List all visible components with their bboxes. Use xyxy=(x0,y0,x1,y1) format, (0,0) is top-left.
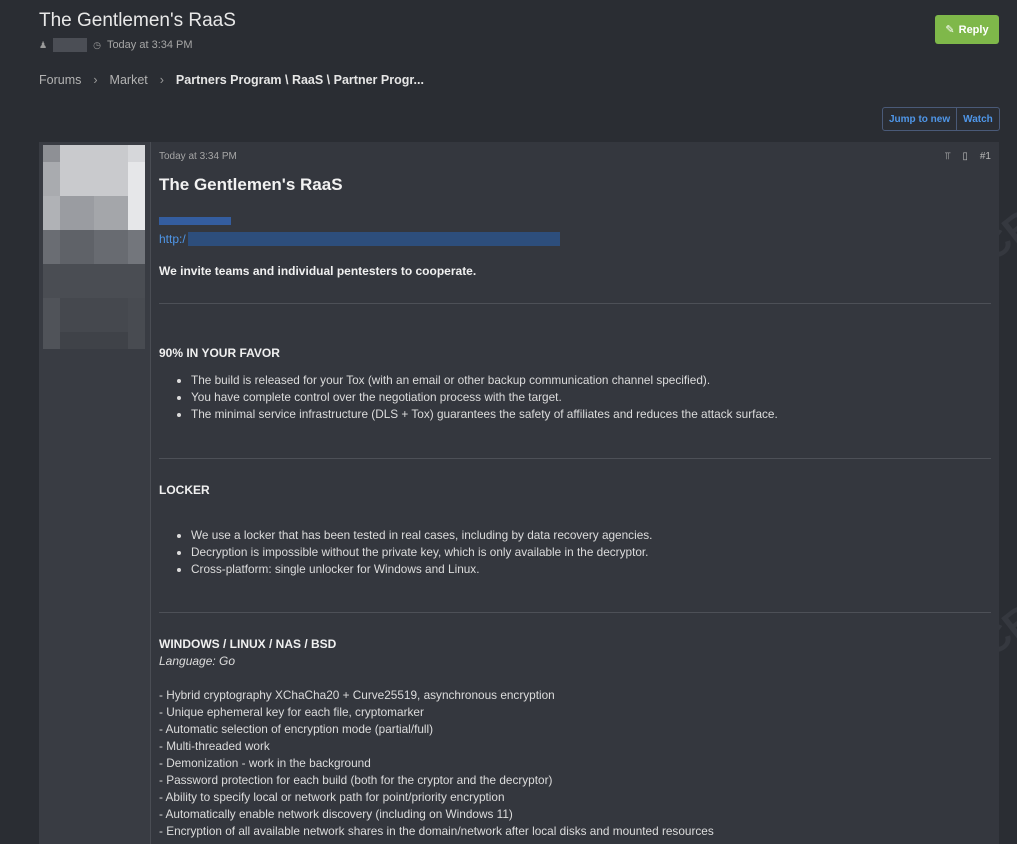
breadcrumb-market[interactable]: Market xyxy=(110,73,148,87)
reply-button[interactable]: ✎ Reply xyxy=(935,15,999,44)
bookmark-icon[interactable]: ▯ xyxy=(962,151,968,162)
breadcrumb: Forums › Market › Partners Program \ Raa… xyxy=(39,73,424,87)
list-item: Decryption is impossible without the pri… xyxy=(191,544,652,561)
jump-to-new-button[interactable]: Jump to new xyxy=(883,108,956,130)
thread-title: The Gentlemen's RaaS xyxy=(39,10,236,31)
list-item: - Automatic selection of encryption mode… xyxy=(159,722,434,736)
bullet-list: We use a locker that has been tested in … xyxy=(173,527,652,578)
thread-time[interactable]: Today at 3:34 PM xyxy=(107,39,193,51)
share-icon[interactable]: ⫪ xyxy=(945,151,951,162)
post: Today at 3:34 PM ⫪ ▯ #1 The Gentlemen's … xyxy=(39,142,999,844)
reply-label: Reply xyxy=(958,23,989,36)
pencil-icon: ✎ xyxy=(945,24,955,36)
clock-icon: ◷ xyxy=(93,39,101,50)
list-item: Cross-platform: single unlocker for Wind… xyxy=(191,561,652,578)
list-item: The build is released for your Tox (with… xyxy=(191,372,778,389)
post-link[interactable]: http:/ xyxy=(159,232,560,246)
list-item: - Ability to specify local or network pa… xyxy=(159,790,505,804)
redacted-url xyxy=(187,232,560,246)
list-item: The minimal service infrastructure (DLS … xyxy=(191,406,778,423)
divider xyxy=(159,458,991,459)
bullet-list: The build is released for your Tox (with… xyxy=(173,372,778,423)
list-item: - Hybrid cryptography XChaCha20 + Curve2… xyxy=(159,688,555,702)
chevron-right-icon: › xyxy=(159,73,164,87)
list-item: We use a locker that has been tested in … xyxy=(191,527,652,544)
language-note: Language: Go xyxy=(159,654,236,668)
list-item: - Multi-threaded work xyxy=(159,739,270,753)
intro-text: We invite teams and individual pentester… xyxy=(159,264,477,278)
watch-button[interactable]: Watch xyxy=(956,108,999,130)
chevron-right-icon: › xyxy=(93,73,98,87)
list-item: You have complete control over the negot… xyxy=(191,389,778,406)
avatar[interactable] xyxy=(43,145,145,349)
list-item: - Unique ephemeral key for each file, cr… xyxy=(159,705,424,719)
list-item: - Demonization - work in the background xyxy=(159,756,371,770)
user-column xyxy=(39,142,151,844)
divider xyxy=(159,612,991,613)
divider xyxy=(159,303,991,304)
user-icon: ♟ xyxy=(39,39,48,50)
thread-meta: ♟ ◷ Today at 3:34 PM xyxy=(39,38,193,52)
post-number[interactable]: #1 xyxy=(980,151,991,162)
post-title: The Gentlemen's RaaS xyxy=(159,175,343,194)
thread-actions: Jump to new Watch xyxy=(882,107,1000,131)
redacted-text xyxy=(159,217,231,225)
list-item: - Encryption of all available network sh… xyxy=(159,824,714,838)
list-item: - Automatically enable network discovery… xyxy=(159,807,513,821)
list-item: - Password protection for each build (bo… xyxy=(159,773,553,787)
section-heading: LOCKER xyxy=(159,483,210,497)
author-name-redacted[interactable] xyxy=(53,38,88,52)
post-content: Today at 3:34 PM ⫪ ▯ #1 The Gentlemen's … xyxy=(159,142,991,844)
post-actions: ⫪ ▯ #1 xyxy=(945,151,991,162)
post-time[interactable]: Today at 3:34 PM xyxy=(159,151,237,162)
feature-list: - Hybrid cryptography XChaCha20 + Curve2… xyxy=(159,687,714,840)
section-heading: WINDOWS / LINUX / NAS / BSD xyxy=(159,637,337,651)
breadcrumb-current[interactable]: Partners Program \ RaaS \ Partner Progr.… xyxy=(176,73,424,87)
link-prefix: http:/ xyxy=(159,232,186,246)
section-heading: 90% IN YOUR FAVOR xyxy=(159,346,280,360)
breadcrumb-forums[interactable]: Forums xyxy=(39,73,81,87)
